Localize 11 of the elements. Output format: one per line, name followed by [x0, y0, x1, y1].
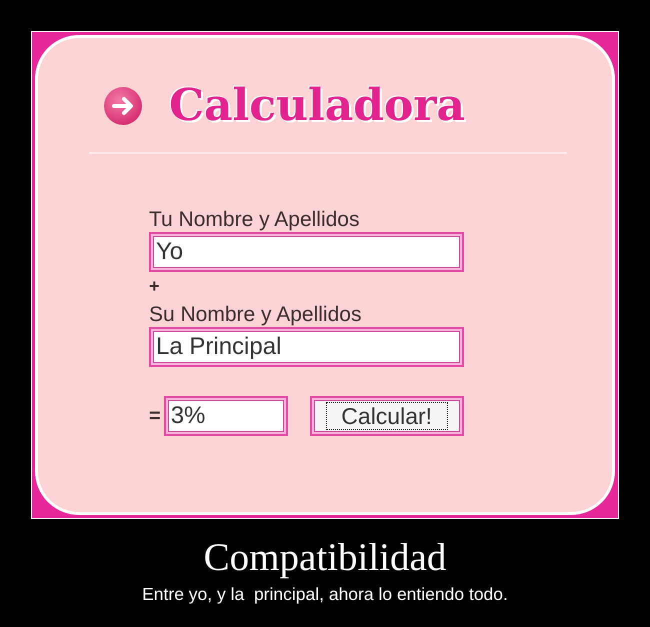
name-field[interactable]: La Principal [149, 327, 464, 367]
calculator-heading: Calculadora [169, 80, 466, 132]
plus-sign: + [149, 275, 160, 298]
field-label: Su Nombre y Apellidos [149, 303, 362, 327]
poster-caption: Entre yo, y la principal, ahora lo entiendo todo. [142, 584, 508, 605]
result-field[interactable]: 3% [164, 396, 288, 436]
field-label: Tu Nombre y Apellidos [149, 208, 360, 232]
name-field[interactable]: Yo [149, 232, 464, 272]
poster-title: Compatibilidad [204, 535, 446, 581]
calculate-button[interactable]: Calcular! [310, 396, 464, 436]
equals-sign: = [149, 404, 161, 428]
